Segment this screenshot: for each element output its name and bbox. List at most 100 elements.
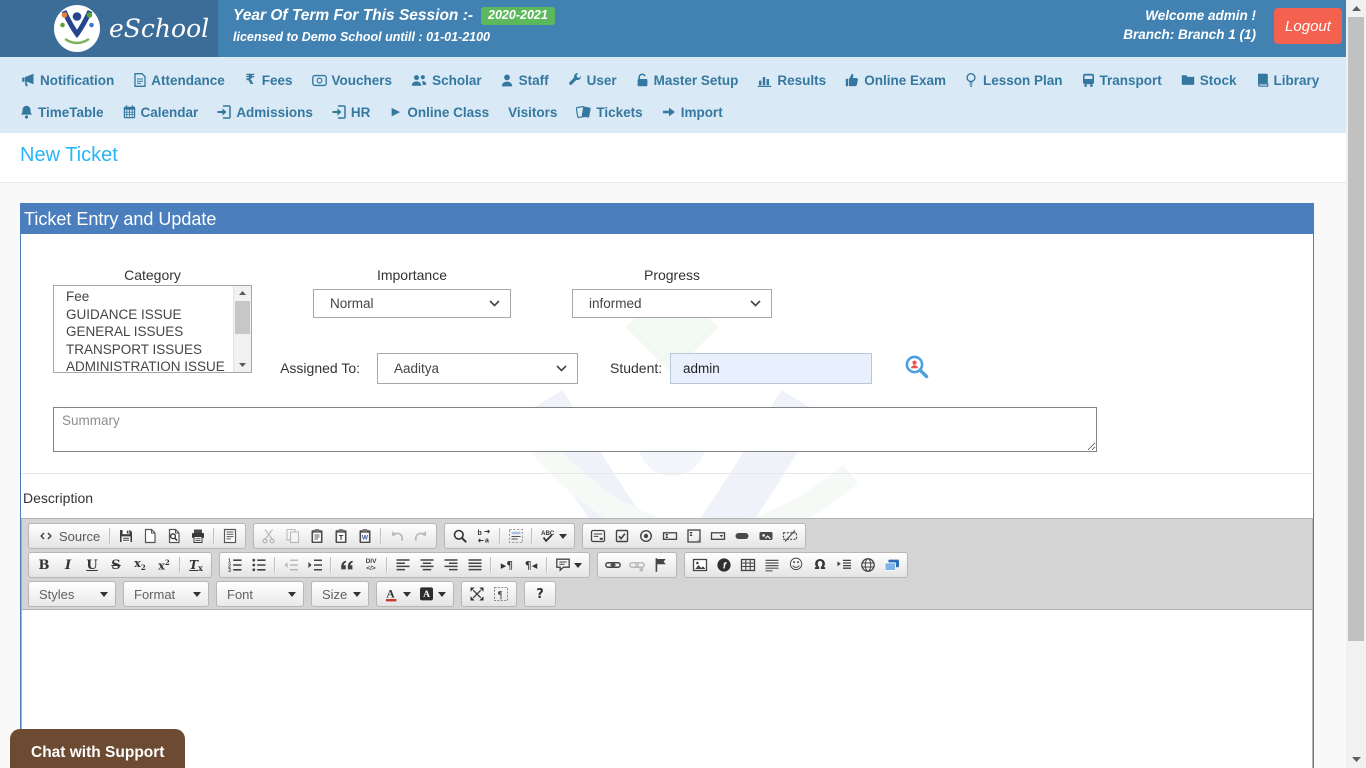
templates-button[interactable] <box>218 524 242 548</box>
category-option[interactable]: Fee <box>66 288 234 306</box>
source-button[interactable]: Source <box>32 524 106 548</box>
subscript-button[interactable]: x2 <box>128 553 152 577</box>
textarea-field-button[interactable] <box>682 524 706 548</box>
text-field-button[interactable] <box>658 524 682 548</box>
flash-button[interactable]: f <box>712 553 736 577</box>
button-field-button[interactable] <box>730 524 754 548</box>
checkbox-button[interactable] <box>610 524 634 548</box>
align-right-button[interactable] <box>439 553 463 577</box>
save-button[interactable] <box>114 524 138 548</box>
print-button[interactable] <box>186 524 210 548</box>
editor-content[interactable] <box>22 609 1312 768</box>
strike-button[interactable]: S <box>104 553 128 577</box>
logout-button[interactable]: Logout <box>1274 8 1342 44</box>
link-button[interactable] <box>601 553 625 577</box>
spellcheck-button[interactable]: ABC <box>536 524 571 548</box>
select-field-button[interactable] <box>706 524 730 548</box>
nav-hr[interactable]: HR <box>332 105 370 120</box>
importance-select[interactable]: Normal <box>313 289 511 318</box>
superscript-button[interactable]: x2 <box>152 553 176 577</box>
horizontal-rule-button[interactable] <box>760 553 784 577</box>
underline-button[interactable]: U <box>80 553 104 577</box>
table-button[interactable] <box>736 553 760 577</box>
nav-import[interactable]: Import <box>662 105 723 120</box>
paste-button[interactable] <box>305 524 329 548</box>
listbox-scrollbar-thumb[interactable] <box>235 301 250 334</box>
page-break-button[interactable] <box>832 553 856 577</box>
preview-button[interactable] <box>162 524 186 548</box>
category-option[interactable]: ADMINISTRATION ISSUE <box>66 358 234 372</box>
category-option[interactable]: GENERAL ISSUES <box>66 323 234 341</box>
category-option[interactable]: TRANSPORT ISSUES <box>66 341 234 359</box>
nav-admissions[interactable]: Admissions <box>217 105 313 120</box>
nav-visitors[interactable]: Visitors <box>508 105 557 120</box>
remove-format-button[interactable]: Tx <box>184 553 208 577</box>
nav-fees[interactable]: ₹ Fees <box>244 73 292 88</box>
chat-with-support-button[interactable]: Chat with Support <box>10 729 186 768</box>
nav-timetable[interactable]: TimeTable <box>20 105 104 120</box>
numbered-list-button[interactable]: 123 <box>223 553 247 577</box>
align-justify-button[interactable] <box>463 553 487 577</box>
indent-button[interactable] <box>303 553 327 577</box>
scroll-up-button[interactable] <box>1346 0 1366 17</box>
nav-transport[interactable]: Transport <box>1082 73 1162 88</box>
nav-tickets[interactable]: Tickets <box>576 105 643 120</box>
div-container-button[interactable]: DIV </> <box>359 553 383 577</box>
nav-online-class[interactable]: ▶ Online Class <box>389 105 490 120</box>
anchor-button[interactable] <box>649 553 673 577</box>
media-embed-button[interactable] <box>880 553 904 577</box>
student-input[interactable] <box>670 353 872 384</box>
special-char-button[interactable]: Ω <box>808 553 832 577</box>
smiley-button[interactable]: ☺ <box>784 553 808 577</box>
replace-button[interactable]: ba <box>472 524 496 548</box>
iframe-button[interactable] <box>856 553 880 577</box>
find-button[interactable] <box>448 524 472 548</box>
about-help-button[interactable]: ? <box>528 582 552 606</box>
styles-combo[interactable]: Styles <box>28 581 116 607</box>
brand-block[interactable]: eSchool <box>0 0 218 57</box>
show-blocks-button[interactable]: ¶ <box>489 582 513 606</box>
format-combo[interactable]: Format <box>123 581 209 607</box>
maximize-button[interactable] <box>465 582 489 606</box>
italic-button[interactable]: I <box>56 553 80 577</box>
language-button[interactable] <box>551 553 586 577</box>
hidden-field-button[interactable] <box>778 524 802 548</box>
listbox-scrollbar[interactable] <box>233 286 251 372</box>
select-all-button[interactable] <box>504 524 528 548</box>
search-student-icon[interactable] <box>903 354 931 382</box>
progress-select[interactable]: informed <box>572 289 772 318</box>
nav-staff[interactable]: Staff <box>501 73 549 88</box>
category-listbox[interactable]: Fee GUIDANCE ISSUE GENERAL ISSUES TRANSPORT… <box>53 285 252 373</box>
nav-online-exam[interactable]: Online Exam <box>845 73 946 88</box>
nav-master-setup[interactable]: Master Setup <box>636 73 738 88</box>
bg-color-button[interactable]: A <box>415 582 450 606</box>
radio-button[interactable] <box>634 524 658 548</box>
nav-scholar[interactable]: Scholar <box>411 73 482 88</box>
assigned-to-select[interactable]: Aaditya <box>377 353 578 384</box>
nav-library[interactable]: Library <box>1256 73 1319 88</box>
form-button[interactable] <box>586 524 610 548</box>
align-center-button[interactable] <box>415 553 439 577</box>
bidi-ltr-button[interactable]: ▸¶ <box>495 553 519 577</box>
nav-attendance[interactable]: Attendance <box>133 73 225 88</box>
bidi-rtl-button[interactable]: ¶◂ <box>519 553 543 577</box>
nav-vouchers[interactable]: Vouchers <box>311 73 392 88</box>
category-option[interactable]: GUIDANCE ISSUE <box>66 306 234 324</box>
nav-notification[interactable]: Notification <box>20 73 114 88</box>
nav-user[interactable]: User <box>568 73 617 88</box>
size-combo[interactable]: Size <box>311 581 369 607</box>
font-combo[interactable]: Font <box>216 581 304 607</box>
window-scrollbar[interactable] <box>1346 0 1366 768</box>
align-left-button[interactable] <box>391 553 415 577</box>
new-page-button[interactable] <box>138 524 162 548</box>
bold-button[interactable]: B <box>32 553 56 577</box>
nav-stock[interactable]: Stock <box>1181 73 1237 88</box>
summary-textarea[interactable] <box>53 407 1097 452</box>
image-button-button[interactable] <box>754 524 778 548</box>
nav-calendar[interactable]: Calendar <box>123 105 198 120</box>
text-color-button[interactable]: A <box>380 582 415 606</box>
image-button[interactable] <box>688 553 712 577</box>
scroll-up-icon[interactable] <box>234 286 251 300</box>
nav-results[interactable]: Results <box>757 73 826 88</box>
paste-text-button[interactable]: T <box>329 524 353 548</box>
